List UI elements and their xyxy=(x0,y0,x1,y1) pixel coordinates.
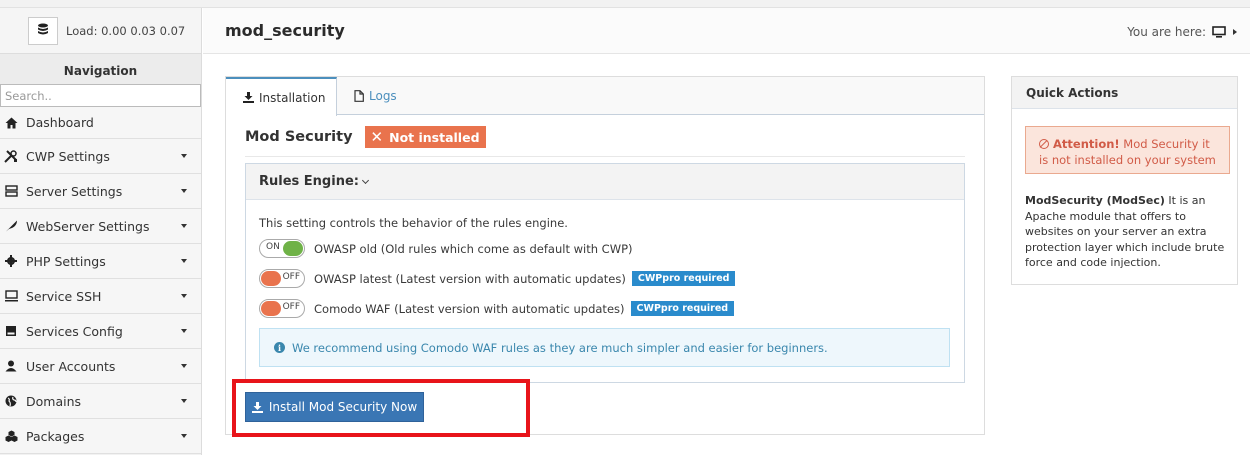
highlight-box xyxy=(232,379,530,437)
cwppro-required-badge: CWPpro required xyxy=(630,301,735,316)
close-icon: ✕ xyxy=(370,128,384,146)
caret-down-icon xyxy=(181,434,187,438)
sidebar-item-service-ssh[interactable]: Service SSH xyxy=(0,279,201,314)
cwppro-required-badge: CWPpro required xyxy=(631,271,736,286)
rule-option-label: Comodo WAF (Latest version with automati… xyxy=(314,301,625,316)
module-status-row: Mod Security ✕ Not installed xyxy=(245,126,486,148)
server-icon xyxy=(0,185,22,197)
quick-actions-title: Quick Actions xyxy=(1012,77,1237,109)
sidebar-item-label: Services Config xyxy=(26,323,123,339)
sidebar-search-input[interactable] xyxy=(0,84,201,107)
breadcrumb: You are here: xyxy=(1127,25,1237,39)
divider xyxy=(245,156,965,157)
sidebar-item-label: Packages xyxy=(26,428,85,444)
module-title: Mod Security xyxy=(245,129,353,145)
sidebar-item-services-config[interactable]: Services Config xyxy=(0,314,201,349)
sidebar-item-domains[interactable]: Domains xyxy=(0,384,201,419)
rules-engine-title: Rules Engine: xyxy=(259,174,359,189)
toggle-knob xyxy=(283,241,303,256)
hdd-icon xyxy=(0,325,22,337)
toggle-switch[interactable]: OFF xyxy=(259,299,305,318)
tab-label: Logs xyxy=(369,89,397,103)
file-icon xyxy=(354,90,364,102)
tools-icon xyxy=(0,149,22,163)
sidebar-item-label: Dashboard xyxy=(26,115,94,130)
monitor-icon xyxy=(0,290,22,302)
user-icon xyxy=(0,360,22,372)
feather-icon xyxy=(0,220,22,232)
page-title: mod_security xyxy=(225,21,345,40)
sidebar-item-label: CWP Settings xyxy=(26,148,110,164)
sidebar-item-label: WebServer Settings xyxy=(26,218,150,234)
caret-down-icon xyxy=(181,399,187,403)
caret-down-icon xyxy=(181,224,187,228)
rules-engine-header[interactable]: Rules Engine: xyxy=(246,164,964,200)
desc-strong: ModSecurity (ModSec) xyxy=(1025,194,1165,207)
recommendation-info: i We recommend using Comodo WAF rules as… xyxy=(259,328,950,367)
top-strip xyxy=(0,0,1250,8)
sidebar-item-cwp-settings[interactable]: CWP Settings xyxy=(0,139,201,174)
sidebar-item-server-settings[interactable]: Server Settings xyxy=(0,174,201,209)
download-icon xyxy=(243,92,254,103)
sidebar-item-label: Server Settings xyxy=(26,183,123,199)
rule-option-label: OWASP latest (Latest version with automa… xyxy=(314,271,626,286)
info-icon: i xyxy=(274,342,285,353)
toggle-state: OFF xyxy=(282,272,300,282)
alert-strong: Attention! xyxy=(1053,137,1120,151)
sidebar-item-user-accounts[interactable]: User Accounts xyxy=(0,349,201,384)
cubes-icon xyxy=(0,430,22,442)
attention-alert: Attention! Mod Security it is not instal… xyxy=(1025,126,1230,174)
sidebar-item-label: Service SSH xyxy=(26,288,102,304)
quick-actions-panel: Quick Actions Attention! Mod Security it… xyxy=(1011,76,1238,285)
home-icon xyxy=(0,117,22,129)
cog-icon xyxy=(0,255,22,267)
tab-installation[interactable]: Installation xyxy=(226,77,337,116)
load-toggle-button[interactable] xyxy=(28,16,58,45)
nav-header: Navigation xyxy=(0,54,201,84)
caret-down-icon xyxy=(181,364,187,368)
rules-engine-panel: Rules Engine: This setting controls the … xyxy=(245,163,965,383)
caret-down-icon xyxy=(181,154,187,158)
toggle-state: ON xyxy=(266,242,280,252)
status-badge: ✕ Not installed xyxy=(364,126,486,148)
chevron-down-icon xyxy=(361,176,370,184)
sidebar-item-label: Domains xyxy=(26,393,82,409)
toggle-switch[interactable]: OFF xyxy=(259,269,305,288)
modsecurity-description: ModSecurity (ModSec) It is an Apache mod… xyxy=(1025,193,1230,271)
sidebar-item-php-settings[interactable]: PHP Settings xyxy=(0,244,201,279)
rule-option-label: OWASP old (Old rules which come as defau… xyxy=(314,241,633,256)
sidebar-item-label: User Accounts xyxy=(26,358,116,374)
toggle-knob xyxy=(261,271,281,286)
info-text: We recommend using Comodo WAF rules as t… xyxy=(292,340,828,355)
ban-icon xyxy=(1039,139,1049,149)
toggle-state: OFF xyxy=(282,302,300,312)
toggle-switch[interactable]: ON xyxy=(259,239,305,258)
caret-down-icon xyxy=(181,294,187,298)
caret-down-icon xyxy=(181,329,187,333)
tab-logs[interactable]: Logs xyxy=(354,77,397,115)
rule-option-comodo-waf: OFF Comodo WAF (Latest version with auto… xyxy=(259,299,735,318)
breadcrumb-label: You are here: xyxy=(1127,25,1206,39)
sidebar-item-label: PHP Settings xyxy=(26,253,106,269)
caret-down-icon xyxy=(181,189,187,193)
rule-option-owasp-old: ON OWASP old (Old rules which come as de… xyxy=(259,239,633,258)
page-header: mod_security You are here: xyxy=(203,8,1250,54)
server-load: Load: 0.00 0.03 0.07 xyxy=(66,23,186,38)
caret-down-icon xyxy=(181,259,187,263)
desktop-icon[interactable] xyxy=(1212,26,1226,38)
load-box: Load: 0.00 0.03 0.07 xyxy=(0,8,201,54)
caret-right-icon xyxy=(1233,29,1237,35)
sidebar-item-packages[interactable]: Packages xyxy=(0,419,201,454)
sidebar-item-webserver-settings[interactable]: WebServer Settings xyxy=(0,209,201,244)
database-icon xyxy=(37,23,49,38)
rule-option-owasp-latest: OFF OWASP latest (Latest version with au… xyxy=(259,269,736,288)
tab-bar: Installation Logs xyxy=(226,77,984,116)
rules-engine-description: This setting controls the behavior of th… xyxy=(259,216,568,230)
toggle-knob xyxy=(261,301,281,316)
sidebar-item-dashboard[interactable]: Dashboard xyxy=(0,107,201,139)
sidebar: Load: 0.00 0.03 0.07 Navigation Dashboar… xyxy=(0,8,202,455)
globe-icon xyxy=(0,395,22,407)
tab-label: Installation xyxy=(259,90,326,105)
status-text: Not installed xyxy=(389,129,480,145)
